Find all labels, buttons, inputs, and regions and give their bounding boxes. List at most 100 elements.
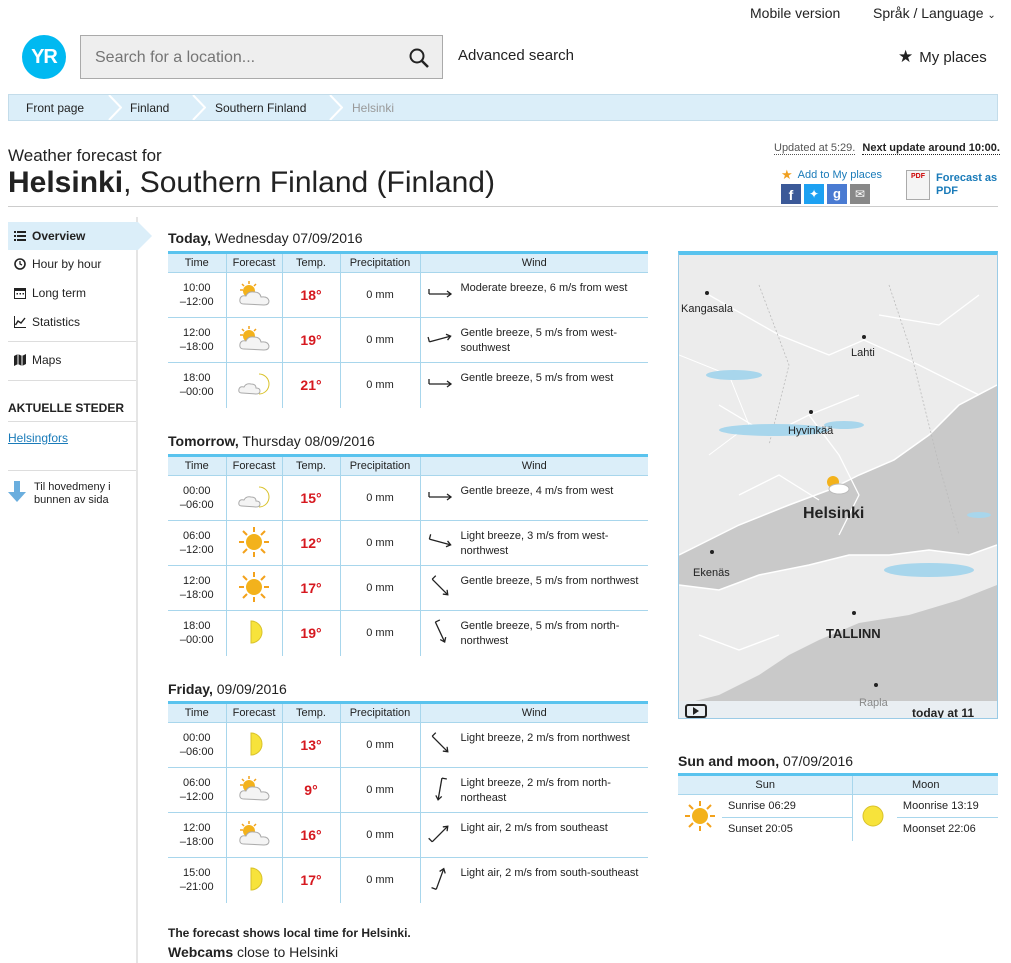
time-cell: 10:00 –12:00 [168,272,227,318]
wind-text: Gentle breeze, 5 m/s from northwest [460,575,639,587]
region-name: , Southern Finland (Finland) [123,166,495,199]
time-start: 00:00 [182,732,211,744]
forecast-icon-cell[interactable] [226,475,283,521]
breadcrumb-finland[interactable]: Finland [130,101,169,115]
time-end: –21:00 [179,881,214,894]
sidebar-item-hour-by-hour[interactable]: Hour by hour [8,250,138,278]
time-end: –12:00 [179,791,214,803]
sidebar-divider [8,380,136,381]
forecast-row: 00:00 –06:00 13° 0 mm Light breeze, 2 m/s fr… [168,722,648,768]
sunrise-time: Sunrise 06:29 [722,794,854,818]
breadcrumb-separator-icon [329,95,343,120]
map-icon [14,354,26,366]
forecast-icon-cell[interactable] [226,362,283,408]
temperature-cell: 18° [282,272,341,318]
time-start: 06:00 [182,777,211,789]
moonset-time: Moonset 22:06 [896,817,998,841]
column-header: Forecast [226,702,283,723]
facebook-icon[interactable]: f [781,184,801,204]
forecast-icon-cell[interactable] [226,812,283,858]
time-cell: 00:00 –06:00 [168,475,227,521]
google-plus-icon[interactable]: g [827,184,847,204]
cloud-moon-icon [237,370,271,398]
temperature-cell: 13° [282,722,341,768]
wind-cell: Gentle breeze, 5 m/s from west [420,362,648,408]
forecast-icon-cell[interactable] [226,610,283,656]
moon-icon-cell [852,794,897,841]
forecast-row: 12:00 –18:00 16° 0 mm Light air, 2 m/s from … [168,812,648,858]
breadcrumb-southern-finland[interactable]: Southern Finland [215,101,306,115]
yr-logo[interactable]: YR [22,35,66,79]
back-to-menu-line1: Til hovedmeny i [34,481,111,493]
forecast-icon-cell[interactable] [226,272,283,318]
forecast-icon-cell[interactable] [226,520,283,566]
advanced-search-link[interactable]: Advanced search [458,47,574,64]
language-menu[interactable]: Språk / Language ⌄ [873,5,996,21]
time-start: 18:00 [182,372,211,385]
twitter-icon[interactable]: ✦ [804,184,824,204]
column-header: Precipitation [340,252,421,273]
temperature-cell: 17° [282,565,341,611]
precipitation-cell: 0 mm [340,767,421,813]
time-start: 10:00 [182,282,211,294]
wind-arrow-icon [421,619,453,648]
forecast-icon-cell[interactable] [226,565,283,611]
sun-moon-date: 07/09/2016 [779,753,854,769]
forecast-row: 06:00 –12:00 12° 0 mm Light breeze, 3 m/s fr… [168,520,648,566]
sun-icon [685,801,715,832]
updated-time: Updated at 5:29. [774,142,856,155]
forecast-icon-cell[interactable] [226,722,283,768]
mobile-version-link[interactable]: Mobile version [750,5,840,21]
helsingfors-link[interactable]: Helsingfors [8,431,68,445]
list-icon [14,231,26,241]
breadcrumb-front-page[interactable]: Front page [26,101,84,115]
forecast-row: 12:00 –18:00 19° 0 mm Gentle breeze, 5 m/s f… [168,317,648,363]
temperature-cell: 19° [282,317,341,363]
sidebar-item-statistics[interactable]: Statistics [8,308,138,336]
time-start: 12:00 [182,327,211,339]
wind-arrow-icon [421,731,453,760]
cloud-moon-icon [237,483,271,511]
time-cell: 18:00 –00:00 [168,610,227,656]
time-cell: 06:00 –12:00 [168,520,227,566]
sidebar-item-maps[interactable]: Maps [8,346,138,374]
map-image [679,284,997,718]
weather-map[interactable]: Kangasala Lahti Hyvinkää Helsinki Ekenäs… [678,251,998,719]
partly-cloudy-sun-icon [236,820,272,848]
sidebar-divider [8,470,136,471]
add-to-my-places-button[interactable]: ★ Add to My places [781,167,882,183]
next-update: Next update around 10:00. [862,142,1000,155]
wind-cell: Gentle breeze, 5 m/s from west-southwest [420,317,648,363]
star-icon: ★ [898,47,914,66]
calendar-icon [14,288,26,299]
forecast-icon-cell[interactable] [226,857,283,903]
search-input[interactable] [95,46,395,70]
forecast-row: 00:00 –06:00 15° 0 mm Gentle breeze, 4 m/s f… [168,475,648,521]
back-to-menu-link[interactable]: Til hovedmeny i bunnen av sida [8,481,111,507]
search-icon[interactable] [408,47,430,69]
email-icon[interactable]: ✉ [850,184,870,204]
time-end: –12:00 [179,544,214,556]
column-header: Time [168,702,227,723]
play-icon[interactable] [685,704,707,718]
my-places-button[interactable]: ★ My places [898,47,987,67]
time-end: –18:00 [179,341,214,353]
wind-cell: Light breeze, 2 m/s from north-northeast [420,767,648,813]
day-heading: Tomorrow, Thursday 08/09/2016 [168,433,375,449]
column-header: Precipitation [340,455,421,476]
precipitation-cell: 0 mm [340,610,421,656]
wind-arrow-icon [421,821,453,850]
sidebar-item-long-term[interactable]: Long term [8,279,138,307]
forecast-icon-cell[interactable] [226,317,283,363]
wind-cell: Gentle breeze, 5 m/s from north-northwes… [420,610,648,656]
my-places-label: My places [919,48,987,66]
forecast-icon-cell[interactable] [226,767,283,813]
time-end: –18:00 [179,836,214,848]
breadcrumb-separator-icon [192,95,206,120]
forecast-pdf-link[interactable]: PDF Forecast as PDF [906,170,997,200]
breadcrumb: Front page Finland Southern Finland Hels… [8,94,998,121]
map-label-hyvinkaa: Hyvinkää [788,425,834,437]
sidebar-item-overview[interactable]: Overview [8,222,138,250]
day-heading: Friday, 09/09/2016 [168,681,287,697]
time-end: –06:00 [179,746,214,758]
